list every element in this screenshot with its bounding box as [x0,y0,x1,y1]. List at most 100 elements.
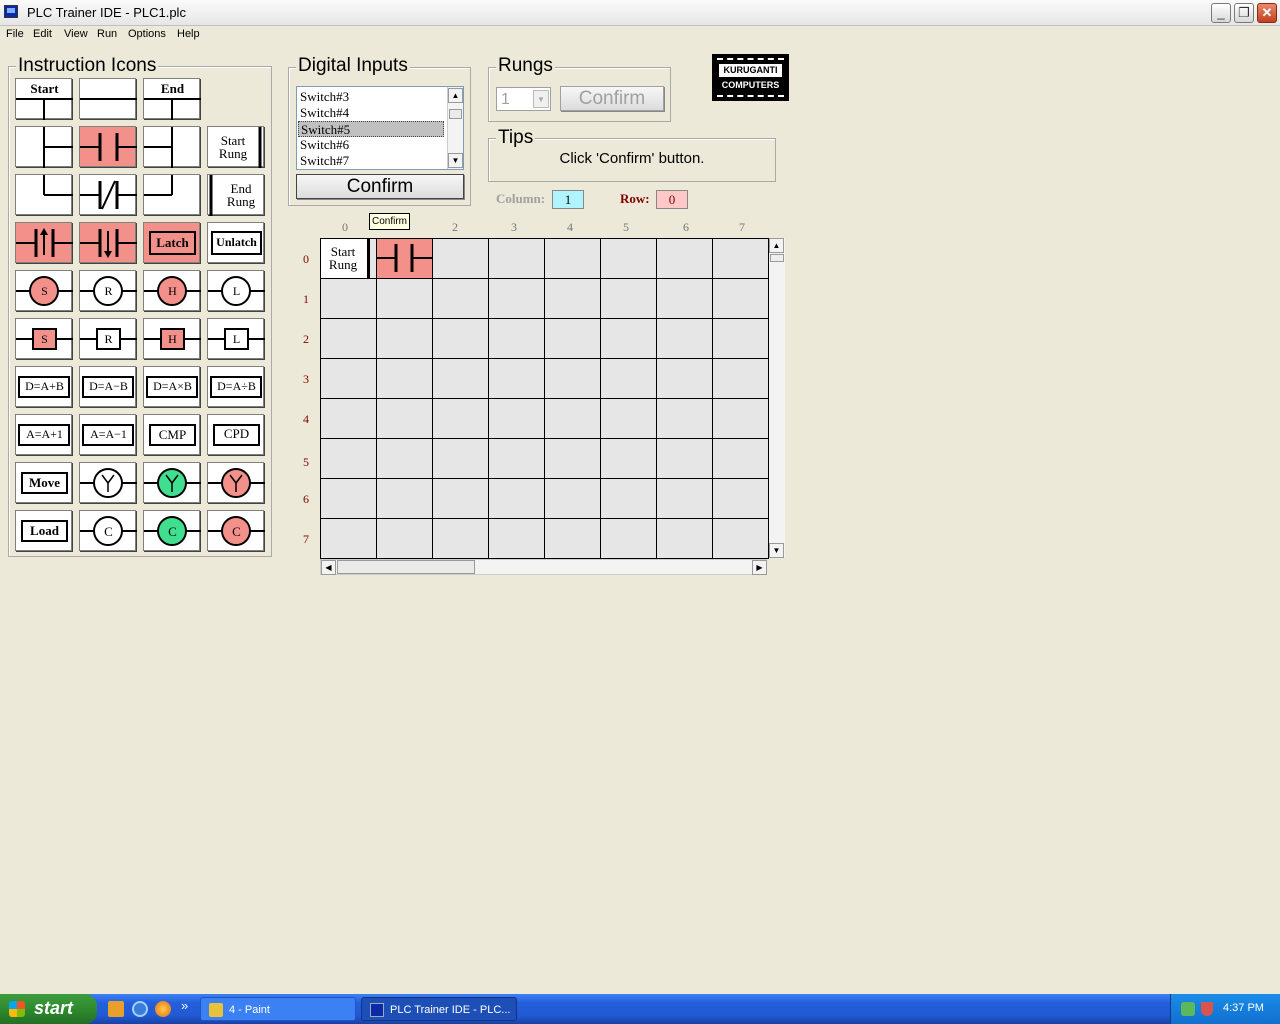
grid-vertical-scrollbar[interactable]: ▲ ▼ [769,238,785,558]
ie-quicklaunch-icon[interactable] [132,1001,148,1017]
start-label: start [34,998,74,1018]
end-rung-icon[interactable]: End Rung [207,174,264,216]
counter-red-icon[interactable]: C [207,510,265,551]
reset-coil-label: R [104,284,113,298]
add-icon[interactable]: D=A+B [15,366,72,407]
branch-tee-icon[interactable] [15,126,73,168]
rungs-select[interactable]: 1 ▼ [496,87,551,111]
branch-end-tee-icon[interactable] [143,126,200,168]
counter-icon[interactable]: C [79,510,137,551]
positive-transition-icon[interactable] [15,222,73,263]
kuruganti-logo: KURUGANTI COMPUTERS [712,54,789,101]
security-shield-icon[interactable] [1201,1002,1213,1016]
row-header: 6 [303,492,309,506]
no-contact-icon[interactable] [79,126,137,167]
column-header: 2 [452,220,458,234]
firefox-quicklaunch-icon[interactable] [155,1001,171,1017]
scroll-left-icon[interactable]: ◀ [321,560,336,575]
load-icon[interactable]: Load [15,510,72,551]
low-box-icon[interactable]: L [207,318,265,359]
timer-green-icon[interactable] [143,462,201,503]
pdf-quicklaunch-icon[interactable] [108,1001,124,1017]
menu-run[interactable]: Run [97,28,117,40]
start-rung-cell[interactable]: Start Rung [320,238,368,278]
row-header: 2 [303,332,309,346]
digital-inputs-title: Digital Inputs [296,55,410,76]
chevron-down-icon[interactable]: ▼ [533,90,549,108]
digital-inputs-list[interactable]: Switch#3 Switch#4 Switch#5 Switch#6 Swit… [296,86,464,170]
list-item-selected[interactable]: Switch#5 [298,121,444,137]
start-icon[interactable]: Start [15,78,73,120]
menu-view[interactable]: View [64,28,88,40]
chevron-right-icon[interactable]: » [181,998,188,1013]
negative-transition-icon[interactable] [79,222,137,263]
scroll-right-icon[interactable]: ▶ [752,560,767,575]
branch-end-corner-icon[interactable] [143,174,200,215]
end-icon[interactable]: End [143,78,201,120]
menu-edit[interactable]: Edit [33,28,52,40]
horizontal-line-icon[interactable] [79,78,137,119]
clock[interactable]: 4:37 PM [1223,1002,1264,1014]
rungs-confirm-button[interactable]: Confirm [560,86,664,111]
rungs-title: Rungs [496,55,555,76]
minimize-button[interactable]: _ [1211,3,1231,23]
set-box-icon[interactable]: S [15,318,73,359]
divide-icon[interactable]: D=A÷B [207,366,264,407]
grid-horizontal-scrollbar[interactable]: ◀ ▶ [320,559,767,575]
high-coil-icon[interactable]: H [143,270,201,311]
menu-help[interactable]: Help [177,28,200,40]
unlatch-icon[interactable]: Unlatch [207,222,264,263]
timer-red-icon[interactable] [207,462,265,503]
scroll-down-icon[interactable]: ▼ [448,153,463,168]
contact-cell[interactable] [376,238,432,278]
row-header: 4 [303,412,309,426]
scroll-down-icon[interactable]: ▼ [769,543,784,558]
compare-label: CMP [158,427,187,442]
paint-icon [209,1003,223,1017]
multiply-icon[interactable]: D=A×B [143,366,200,407]
list-item[interactable]: Switch#4 [300,105,349,121]
menu-file[interactable]: File [6,28,24,40]
taskbar-item-plc-trainer[interactable]: PLC Trainer IDE - PLC... [361,997,517,1021]
menu-options[interactable]: Options [128,28,166,40]
timer-icon[interactable] [79,462,137,503]
move-icon[interactable]: Move [15,462,72,503]
windows-logo-icon [9,1001,25,1017]
branch-corner-icon[interactable] [15,174,73,215]
list-item[interactable]: Switch#3 [300,89,349,105]
column-header: 6 [683,220,689,234]
list-scrollbar[interactable]: ▲ ▼ [447,87,463,169]
maximize-button[interactable]: ❐ [1234,3,1254,23]
taskbar-item-paint[interactable]: 4 - Paint [200,997,356,1021]
ladder-grid[interactable]: Start Rung [320,238,769,559]
close-button[interactable]: ✕ [1257,3,1277,23]
high-box-icon[interactable]: H [143,318,201,359]
digital-inputs-confirm-button[interactable]: Confirm [296,174,464,199]
scroll-thumb[interactable] [337,560,475,574]
set-box-label: S [41,332,48,346]
increment-icon[interactable]: A=A+1 [15,414,72,455]
low-coil-label: L [232,284,241,298]
decrement-icon[interactable]: A=A−1 [79,414,136,455]
cpd-icon[interactable]: CPD [207,414,264,455]
unlatch-label: Unlatch [216,235,257,249]
network-icon[interactable] [1181,1002,1195,1016]
scroll-up-icon[interactable]: ▲ [448,88,463,103]
reset-box-icon[interactable]: R [79,318,137,359]
list-item[interactable]: Switch#6 [300,137,349,153]
scroll-thumb[interactable] [449,109,462,119]
low-coil-icon[interactable]: L [207,270,265,311]
subtract-icon[interactable]: D=A−B [79,366,136,407]
latch-icon[interactable]: Latch [143,222,200,263]
compare-icon[interactable]: CMP [143,414,200,455]
start-rung-icon[interactable]: Start Rung [207,126,264,168]
set-coil-icon[interactable]: S [15,270,73,311]
counter-green-icon[interactable]: C [143,510,201,551]
scroll-up-icon[interactable]: ▲ [769,238,784,253]
start-button[interactable]: start [0,994,97,1024]
reset-coil-icon[interactable]: R [79,270,137,311]
nc-contact-icon[interactable] [79,174,137,215]
list-item[interactable]: Switch#7 [300,153,349,169]
scroll-thumb[interactable] [770,254,784,262]
plc-app-icon [370,1003,384,1017]
